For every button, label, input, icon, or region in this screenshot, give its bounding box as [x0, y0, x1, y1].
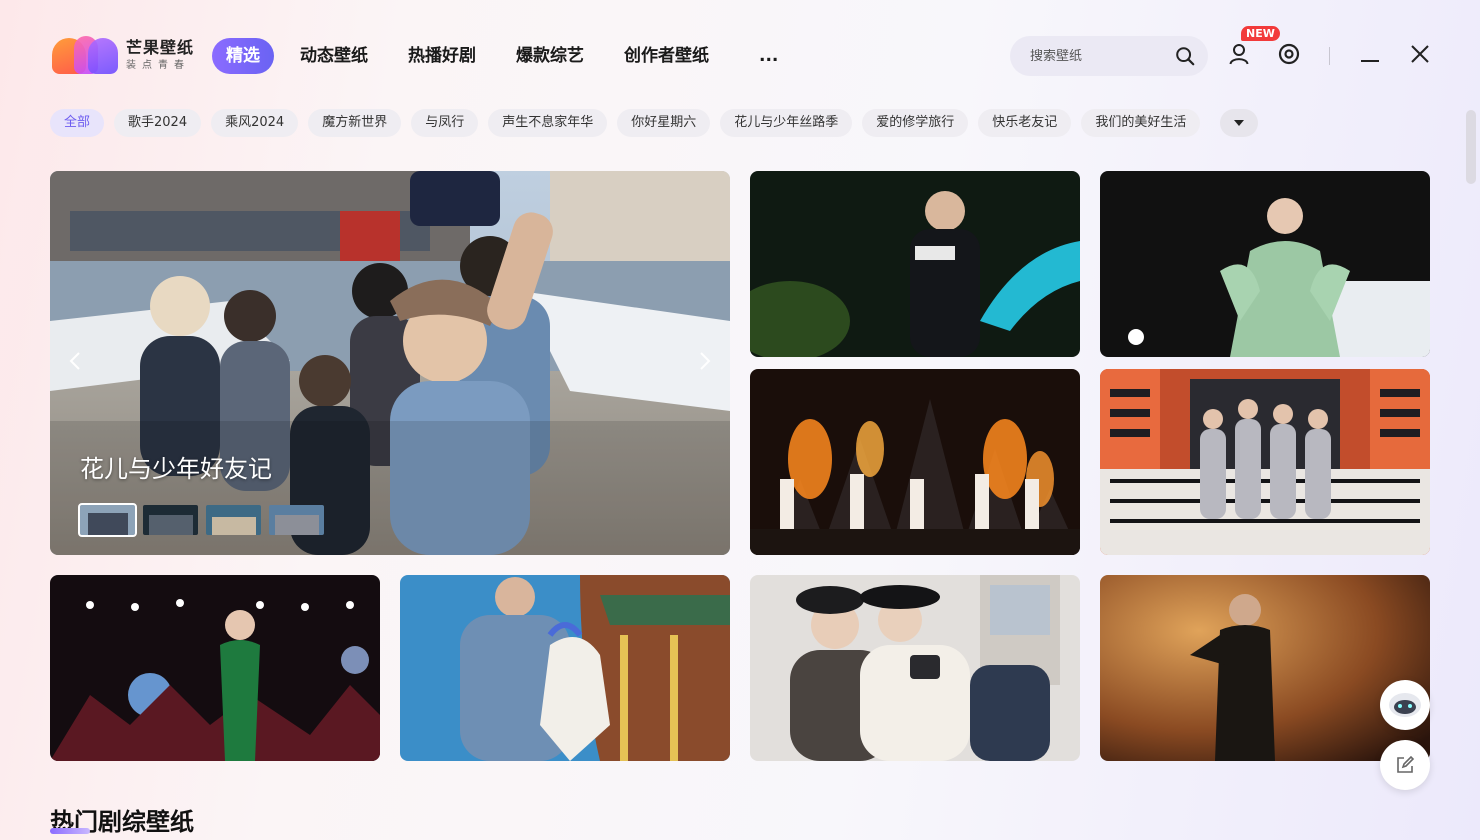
carousel-thumb[interactable] — [78, 503, 137, 537]
wallpaper-card[interactable] — [400, 575, 730, 761]
new-badge: NEW — [1241, 26, 1280, 41]
tag-item[interactable]: 爱的修学旅行 — [862, 109, 969, 137]
tag-item[interactable]: 快乐老友记 — [978, 109, 1072, 137]
wallpaper-image — [750, 171, 1080, 357]
wallpaper-image — [50, 575, 380, 761]
app-subtitle: 装点青春 — [126, 59, 190, 71]
tag-item[interactable]: 乘风2024 — [211, 109, 299, 137]
tag-all[interactable]: 全部 — [50, 109, 105, 137]
header-divider — [1329, 47, 1330, 65]
hero-title: 花儿与少年好友记 — [80, 455, 272, 483]
wallpaper-image — [750, 575, 1080, 761]
tag-item[interactable]: 我们的美好生活 — [1081, 109, 1201, 137]
carousel-thumb[interactable] — [143, 505, 198, 535]
carousel-thumb[interactable] — [206, 505, 261, 535]
edit-icon — [1397, 755, 1415, 773]
tags-expand-button[interactable] — [1220, 109, 1259, 137]
scrollbar-thumb[interactable] — [1466, 110, 1476, 184]
hero-photo — [50, 171, 730, 555]
wallpaper-image — [1100, 369, 1430, 555]
wallpaper-card[interactable] — [750, 369, 1080, 555]
search-icon[interactable] — [1174, 45, 1196, 67]
settings-icon[interactable] — [1277, 42, 1301, 66]
carousel-next-icon[interactable] — [698, 351, 712, 371]
carousel-prev-icon[interactable] — [68, 351, 82, 371]
tag-item[interactable]: 与凤行 — [411, 109, 479, 137]
nav-tab-hot-dramas[interactable]: 热播好剧 — [408, 38, 476, 74]
main-nav: 精选 动态壁纸 热播好剧 爆款综艺 创作者壁纸 ... — [212, 38, 818, 74]
chevron-down-icon — [1234, 120, 1245, 126]
nav-tab-creator[interactable]: 创作者壁纸 — [624, 38, 709, 74]
wallpaper-card[interactable] — [750, 171, 1080, 357]
app-title: 芒果壁纸 — [126, 37, 195, 57]
tag-item[interactable]: 声生不息家年华 — [488, 109, 608, 137]
wallpaper-card[interactable] — [1100, 369, 1430, 555]
nav-more[interactable]: ... — [749, 38, 778, 74]
hero-carousel[interactable]: 花儿与少年好友记 — [50, 171, 730, 555]
wallpaper-image — [750, 369, 1080, 555]
nav-tab-live-wallpaper[interactable]: 动态壁纸 — [300, 38, 368, 74]
tag-item[interactable]: 歌手2024 — [114, 109, 202, 137]
wallpaper-card[interactable] — [1100, 575, 1430, 761]
wallpaper-card[interactable] — [50, 575, 380, 761]
tag-item[interactable]: 你好星期六 — [617, 109, 711, 137]
user-icon[interactable] — [1227, 42, 1251, 66]
wallpaper-image — [1100, 171, 1430, 357]
wallpaper-image — [400, 575, 730, 761]
tag-item[interactable]: 花儿与少年丝路季 — [720, 109, 853, 137]
search-box — [1010, 36, 1208, 76]
wallpaper-card[interactable] — [750, 575, 1080, 761]
carousel-thumb[interactable] — [269, 505, 324, 535]
tag-item[interactable]: 魔方新世界 — [308, 109, 402, 137]
assistant-button[interactable] — [1380, 680, 1430, 730]
nav-tab-variety[interactable]: 爆款综艺 — [516, 38, 584, 74]
section-underline — [50, 828, 90, 834]
minimize-icon[interactable] — [1358, 42, 1382, 66]
search-input[interactable] — [1030, 48, 1160, 64]
wallpaper-image — [1100, 575, 1430, 761]
category-tags: 全部 歌手2024 乘风2024 魔方新世界 与凤行 声生不息家年华 你好星期六… — [50, 109, 1259, 137]
robot-mascot-icon — [1389, 693, 1421, 717]
feedback-button[interactable] — [1380, 740, 1430, 790]
mango-logo-icon — [52, 36, 118, 74]
close-icon[interactable] — [1408, 42, 1432, 66]
wallpaper-card[interactable] — [1100, 171, 1430, 357]
carousel-thumbnails — [78, 503, 324, 537]
app-logo: 芒果壁纸 装点青春 — [52, 36, 194, 74]
nav-tab-featured[interactable]: 精选 — [212, 38, 274, 74]
